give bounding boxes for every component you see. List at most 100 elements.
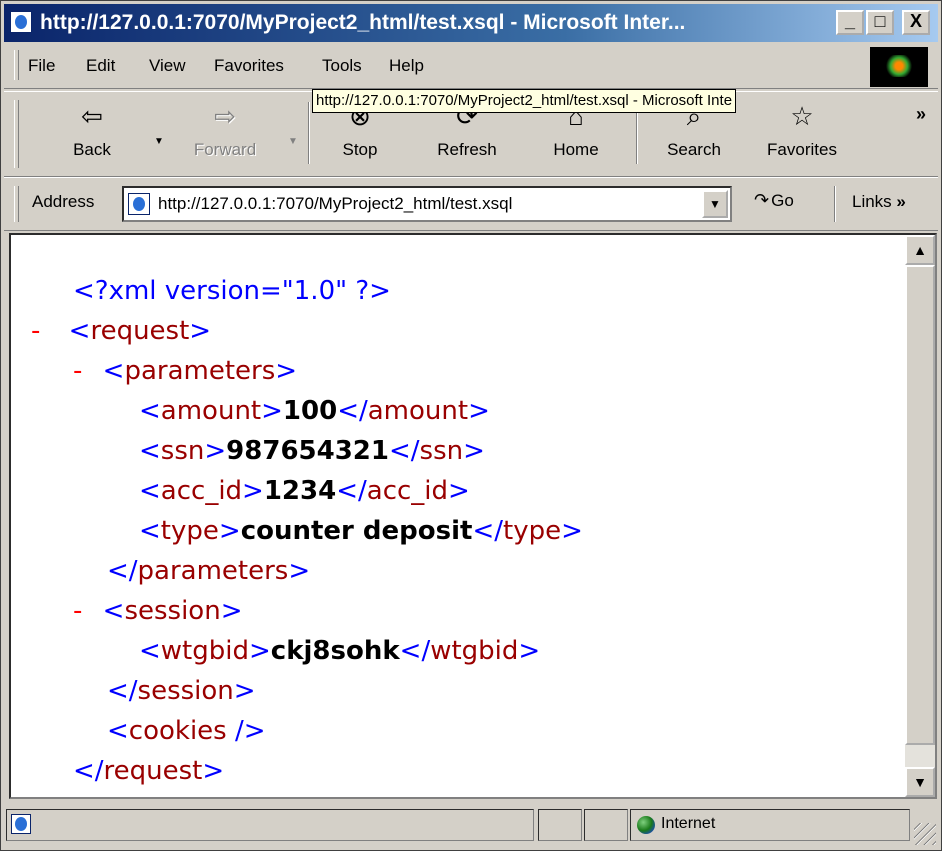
search-label: Search xyxy=(667,140,721,159)
links-overflow-chevron[interactable]: » xyxy=(896,192,905,211)
browser-window: http://127.0.0.1:7070/MyProject2_html/te… xyxy=(0,0,942,851)
value-amount: 100 xyxy=(282,396,338,426)
xml-node-type: <type>counter deposit</type> xyxy=(139,516,583,546)
tag-wtgbid-close: wtgbid xyxy=(430,636,519,666)
maximize-button[interactable]: □ xyxy=(866,10,894,35)
toolbar-separator xyxy=(308,102,310,164)
menu-help[interactable]: Help xyxy=(389,56,424,76)
status-text-pane xyxy=(6,809,534,841)
resize-grip[interactable] xyxy=(914,823,936,845)
xml-declaration-text: <?xml version="1.0" ?> xyxy=(73,276,391,306)
menu-bar: File Edit View Favorites Tools Help xyxy=(4,44,938,89)
tag-request-close: request xyxy=(103,756,203,786)
status-bar: Internet xyxy=(4,803,938,847)
tag-parameters-close: parameters xyxy=(137,556,289,586)
go-button[interactable]: ↷ Go xyxy=(754,190,794,211)
address-label: Address xyxy=(32,192,95,211)
xml-node-session-close: </session> xyxy=(107,676,256,706)
address-combobox[interactable]: ▼ xyxy=(122,186,732,222)
forward-dropdown-arrow[interactable]: ▼ xyxy=(288,136,298,147)
xml-declaration: <?xml version="1.0" ?> xyxy=(73,271,391,311)
address-input[interactable] xyxy=(158,192,678,216)
links-separator xyxy=(834,186,836,222)
title-tooltip: http://127.0.0.1:7070/MyProject2_html/te… xyxy=(312,89,737,113)
scroll-down-arrow[interactable]: ▼ xyxy=(905,767,935,797)
tag-session-close: session xyxy=(137,676,234,706)
forward-button[interactable]: ⇨ Forward xyxy=(180,100,270,160)
go-label: Go xyxy=(771,191,794,210)
xml-node-wtgbid: <wtgbid>ckj8sohk</wtgbid> xyxy=(139,636,541,666)
favorites-button[interactable]: ☆ Favorites xyxy=(754,100,850,160)
value-type: counter deposit xyxy=(240,516,473,546)
tag-acc-id-close: acc_id xyxy=(366,476,449,506)
xml-node-amount: <amount>100</amount> xyxy=(139,396,490,426)
tag-ssn-close: ssn xyxy=(419,436,464,466)
tag-cookies: cookies xyxy=(128,716,227,746)
tag-request: request xyxy=(90,316,190,346)
value-ssn: 987654321 xyxy=(226,436,389,466)
page-content: <?xml version="1.0" ?> - <request> - <pa… xyxy=(9,233,937,799)
tag-type-close: type xyxy=(503,516,562,546)
back-dropdown-arrow[interactable]: ▼ xyxy=(154,136,164,147)
page-status-icon xyxy=(11,814,31,834)
toolbar-grip[interactable] xyxy=(14,100,19,168)
tag-ssn: ssn xyxy=(160,436,205,466)
go-arrow-icon: ↷ xyxy=(754,190,770,210)
forward-label: Forward xyxy=(193,140,257,159)
vertical-scrollbar[interactable]: ▲ ▼ xyxy=(905,235,935,797)
scroll-thumb[interactable] xyxy=(905,265,935,745)
links-label: Links xyxy=(852,192,892,211)
collapse-toggle-session[interactable]: - xyxy=(73,596,82,626)
tag-parameters: parameters xyxy=(124,356,276,386)
home-label: Home xyxy=(553,140,599,159)
address-bar: Address ▼ ↷Go Links » xyxy=(4,177,938,231)
tag-acc-id: acc_id xyxy=(160,476,243,506)
xml-node-request-close: </request> xyxy=(73,756,225,786)
links-button[interactable]: Links » xyxy=(852,192,906,212)
tag-amount: amount xyxy=(160,396,262,426)
close-button[interactable]: X xyxy=(902,10,930,35)
refresh-label: Refresh xyxy=(437,140,497,159)
ie-page-icon xyxy=(10,11,32,33)
collapse-toggle-parameters[interactable]: - xyxy=(73,356,82,386)
xml-node-ssn: <ssn>987654321</ssn> xyxy=(139,436,485,466)
tag-amount-close: amount xyxy=(367,396,469,426)
back-button[interactable]: ⇦ Back xyxy=(64,100,120,160)
forward-arrow-icon: ⇨ xyxy=(214,101,236,131)
title-bar[interactable]: http://127.0.0.1:7070/MyProject2_html/te… xyxy=(4,4,938,42)
xml-node-parameters-open: - <parameters> xyxy=(73,356,298,386)
back-label: Back xyxy=(73,140,111,159)
menu-view[interactable]: View xyxy=(149,56,186,76)
value-wtgbid: ckj8sohk xyxy=(270,636,400,666)
tag-wtgbid: wtgbid xyxy=(160,636,249,666)
zone-label: Internet xyxy=(661,815,716,832)
xml-node-session-open: - <session> xyxy=(73,596,243,626)
page-icon xyxy=(128,193,150,215)
status-pane-security xyxy=(584,809,628,841)
tag-type: type xyxy=(160,516,219,546)
menu-favorites[interactable]: Favorites xyxy=(214,56,284,76)
value-acc-id: 1234 xyxy=(263,476,337,506)
tag-session: session xyxy=(124,596,221,626)
internet-globe-icon xyxy=(637,816,655,834)
xml-node-request-open: - <request> xyxy=(31,316,212,346)
xml-node-acc-id: <acc_id>1234</acc_id> xyxy=(139,476,470,506)
favorites-icon: ☆ xyxy=(790,101,814,131)
favorites-label: Favorites xyxy=(767,140,837,159)
address-grip[interactable] xyxy=(14,186,19,222)
stop-label: Stop xyxy=(342,140,378,159)
menu-edit[interactable]: Edit xyxy=(86,56,115,76)
minimize-button[interactable]: _ xyxy=(836,10,864,35)
window-title: http://127.0.0.1:7070/MyProject2_html/te… xyxy=(40,11,686,34)
status-zone-pane: Internet xyxy=(630,809,910,841)
menu-grip[interactable] xyxy=(14,50,19,80)
menu-file[interactable]: File xyxy=(28,56,55,76)
collapse-toggle-request[interactable]: - xyxy=(31,316,40,346)
toolbar-overflow-chevron[interactable]: » xyxy=(916,104,926,125)
status-pane-progress xyxy=(538,809,582,841)
windows-logo-throbber xyxy=(870,47,928,87)
menu-tools[interactable]: Tools xyxy=(322,56,362,76)
scroll-up-arrow[interactable]: ▲ xyxy=(905,235,935,265)
back-arrow-icon: ⇦ xyxy=(81,101,103,131)
address-dropdown-button[interactable]: ▼ xyxy=(702,190,728,218)
